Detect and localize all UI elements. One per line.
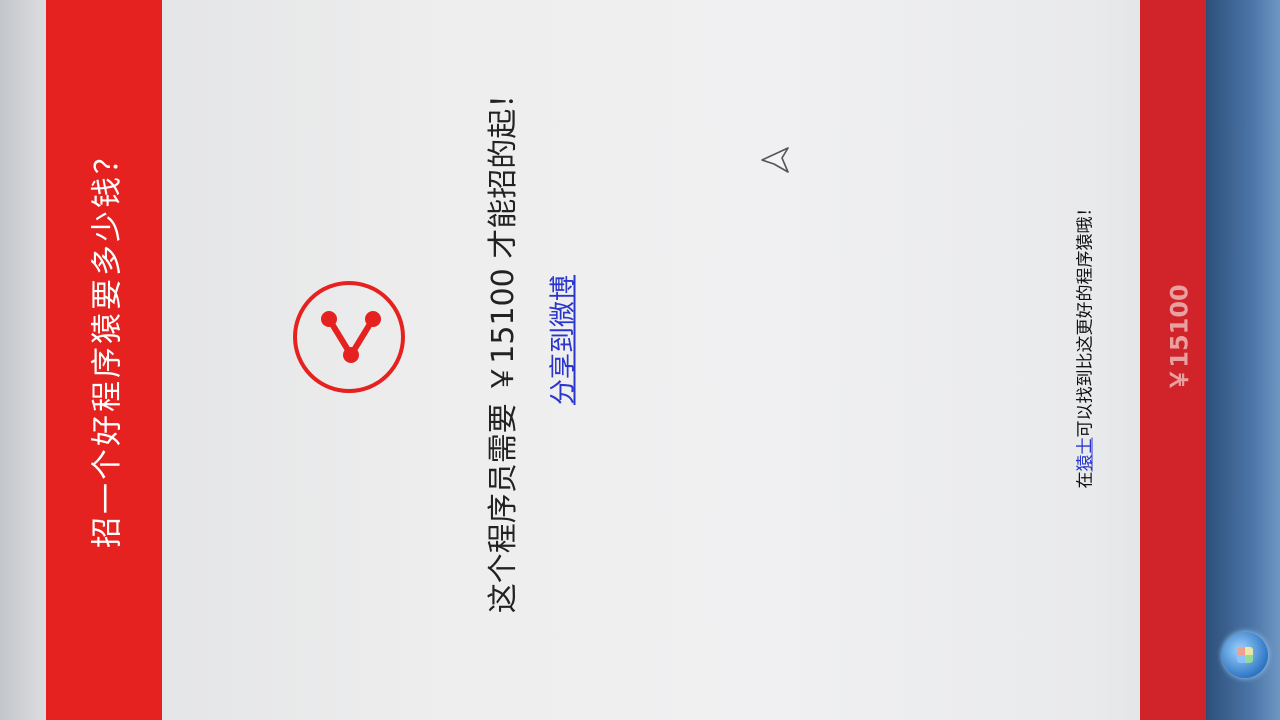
taskbar [1206,0,1280,720]
share-to-weibo-link[interactable]: 分享到微博 [543,275,580,405]
windows-start-icon[interactable] [1222,632,1268,678]
screen-photo: 招一个好程序猿要多少钱？ 这个程序员需要 ￥15100 才能招的起！ 分享到微博… [0,0,1280,720]
footer-note: 在猿士可以找到比这更好的程序猿哦！ [1071,200,1096,489]
salary-result-text: 这个程序员需要 ￥15100 才能招的起！ [486,78,521,614]
mouse-pointer-icon [761,147,789,173]
window-edge [0,0,48,720]
v-node-logo-icon [293,281,405,393]
footer-price: ￥15100 [1165,284,1194,392]
page-title: 招一个好程序猿要多少钱？ [89,140,126,548]
footer-note-suffix: 可以找到比这更好的程序猿哦！ [1075,199,1096,438]
footer-note-prefix: 在 [1075,471,1096,489]
footer-site-link[interactable]: 猿士 [1076,438,1096,472]
